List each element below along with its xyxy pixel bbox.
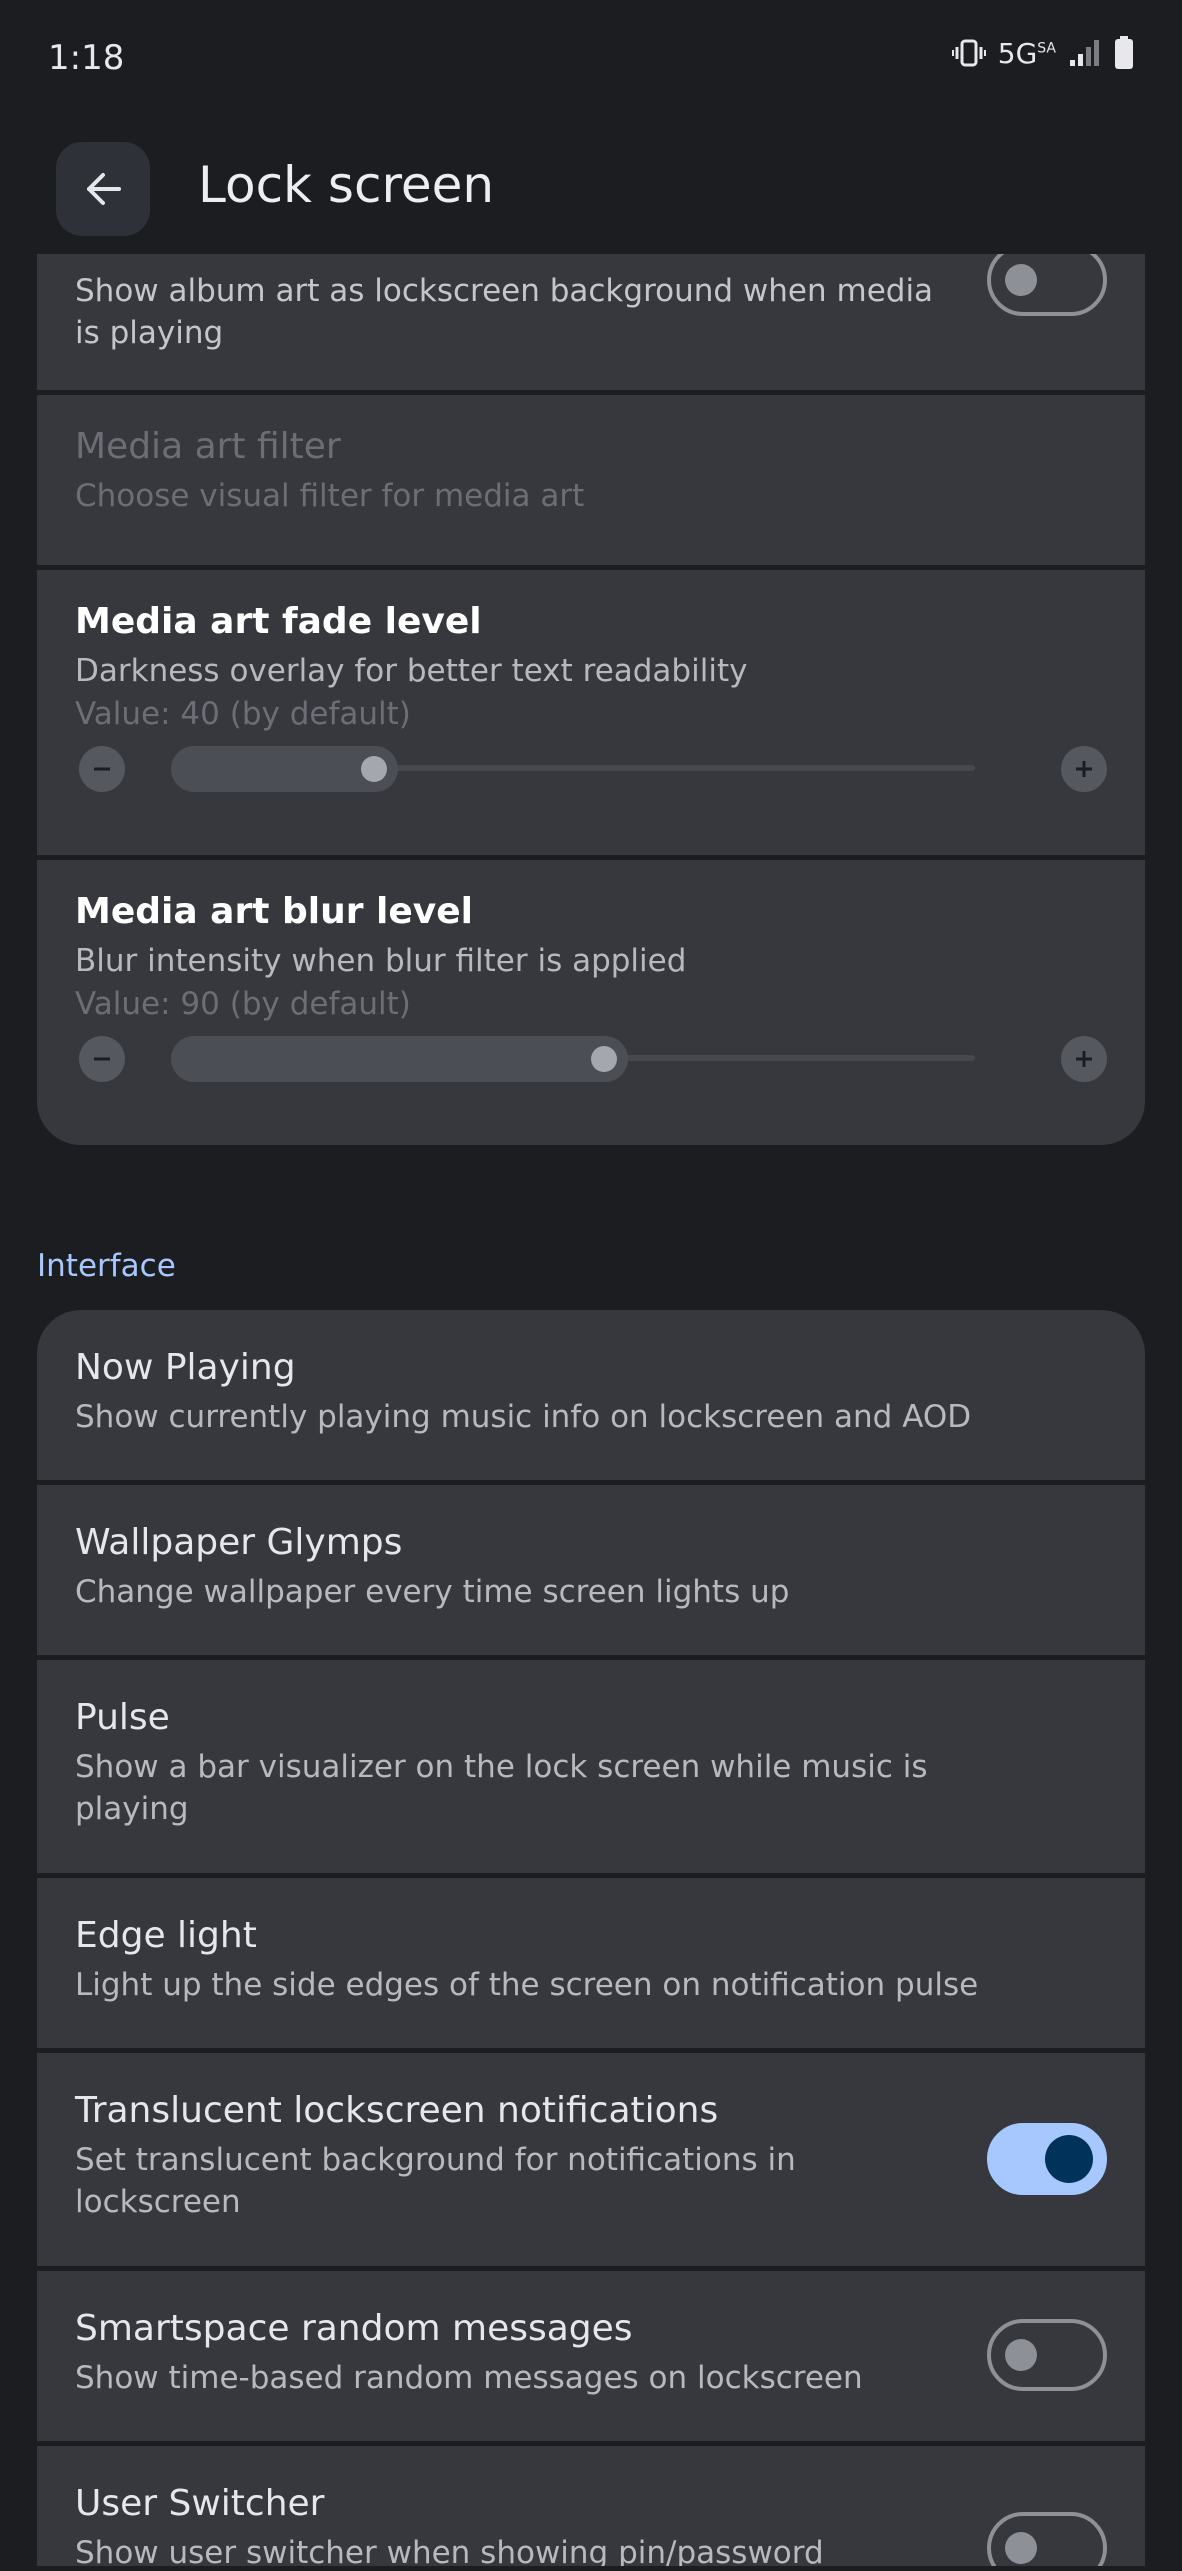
fade-decrease-button[interactable] bbox=[79, 746, 125, 792]
setting-summary: Show currently playing music info on loc… bbox=[75, 1399, 972, 1435]
setting-summary: Show time-based random messages on locks… bbox=[75, 2360, 863, 2396]
media-art-filter-setting: Media art filter Choose visual filter fo… bbox=[37, 395, 1145, 565]
blur-level-slider[interactable] bbox=[75, 1028, 1107, 1088]
app-bar: Lock screen bbox=[0, 120, 1182, 254]
setting-title: User Switcher bbox=[75, 2483, 325, 2524]
edge-light-setting[interactable]: Edge light Light up the side edges of th… bbox=[37, 1878, 1145, 2048]
toggle-knob bbox=[1005, 264, 1037, 296]
signal-icon bbox=[1070, 40, 1099, 66]
fade-increase-button[interactable] bbox=[1061, 746, 1107, 792]
smartspace-messages-toggle[interactable] bbox=[987, 2319, 1107, 2391]
album-art-summary: Show album art as lockscreen background … bbox=[75, 273, 934, 351]
translucent-notifications-toggle[interactable] bbox=[987, 2123, 1107, 2195]
interface-settings-list: Now Playing Show currently playing music… bbox=[37, 1310, 1145, 2571]
album-art-toggle[interactable] bbox=[987, 244, 1107, 316]
media-art-filter-summary: Choose visual filter for media art bbox=[75, 478, 585, 514]
now-playing-setting[interactable]: Now Playing Show currently playing music… bbox=[37, 1310, 1145, 1480]
translucent-notifications-setting[interactable]: Translucent lockscreen notifications Set… bbox=[37, 2053, 1145, 2266]
fade-level-summary: Darkness overlay for better text readabi… bbox=[75, 653, 748, 689]
slider-fill bbox=[171, 1036, 628, 1082]
page-title: Lock screen bbox=[198, 156, 495, 214]
setting-title: Smartspace random messages bbox=[75, 2308, 633, 2349]
setting-summary: Show a bar visualizer on the lock screen… bbox=[75, 1749, 928, 1827]
setting-title: Pulse bbox=[75, 1697, 170, 1738]
blur-level-summary: Blur intensity when blur filter is appli… bbox=[75, 943, 687, 979]
arrow-left-icon bbox=[87, 173, 121, 205]
pulse-setting[interactable]: Pulse Show a bar visualizer on the lock … bbox=[37, 1660, 1145, 1873]
setting-summary: Set translucent background for notificat… bbox=[75, 2142, 796, 2220]
network-type: 5GSA bbox=[997, 36, 1056, 70]
fade-level-setting: Media art fade level Darkness overlay fo… bbox=[37, 570, 1145, 855]
setting-title: Edge light bbox=[75, 1915, 257, 1956]
setting-summary: Light up the side edges of the screen on… bbox=[75, 1967, 979, 2003]
toggle-knob bbox=[1045, 2135, 1093, 2183]
blur-decrease-button[interactable] bbox=[79, 1036, 125, 1082]
vibrate-icon bbox=[951, 39, 986, 67]
setting-title: Translucent lockscreen notifications bbox=[75, 2090, 719, 2131]
fade-level-value: Value: 40 (by default) bbox=[75, 696, 411, 732]
blur-level-value: Value: 90 (by default) bbox=[75, 986, 411, 1022]
toggle-knob bbox=[1005, 2532, 1037, 2564]
status-bar: 1:18 5GSA bbox=[0, 0, 1182, 120]
back-button[interactable] bbox=[56, 142, 150, 236]
plus-icon bbox=[1076, 1051, 1092, 1067]
toggle-knob bbox=[1005, 2339, 1037, 2371]
media-settings-list: Show album art as lockscreen background … bbox=[37, 244, 1145, 1150]
minus-icon bbox=[94, 767, 110, 771]
status-time: 1:18 bbox=[48, 38, 125, 78]
status-icons: 5GSA bbox=[951, 36, 1134, 70]
blur-increase-button[interactable] bbox=[1061, 1036, 1107, 1082]
slider-thumb[interactable] bbox=[590, 1046, 617, 1072]
wallpaper-glymps-setting[interactable]: Wallpaper Glymps Change wallpaper every … bbox=[37, 1485, 1145, 1655]
fade-level-title: Media art fade level bbox=[75, 601, 482, 642]
user-switcher-setting[interactable]: User Switcher Show user switcher when sh… bbox=[37, 2446, 1145, 2566]
smartspace-messages-setting[interactable]: Smartspace random messages Show time-bas… bbox=[37, 2271, 1145, 2441]
section-header-interface: Interface bbox=[37, 1248, 176, 1284]
setting-title: Wallpaper Glymps bbox=[75, 1522, 403, 1563]
setting-summary: Change wallpaper every time screen light… bbox=[75, 1574, 790, 1610]
setting-title: Now Playing bbox=[75, 1347, 296, 1388]
minus-icon bbox=[94, 1057, 110, 1061]
media-art-filter-title: Media art filter bbox=[75, 426, 341, 467]
album-art-setting[interactable]: Show album art as lockscreen background … bbox=[37, 244, 1145, 390]
fade-level-slider[interactable] bbox=[75, 738, 1107, 798]
blur-level-setting: Media art blur level Blur intensity when… bbox=[37, 860, 1145, 1145]
plus-icon bbox=[1076, 761, 1092, 777]
battery-icon bbox=[1115, 36, 1133, 69]
setting-summary: Show user switcher when showing pin/pass… bbox=[75, 2535, 824, 2566]
user-switcher-toggle[interactable] bbox=[987, 2512, 1107, 2566]
blur-level-title: Media art blur level bbox=[75, 891, 473, 932]
